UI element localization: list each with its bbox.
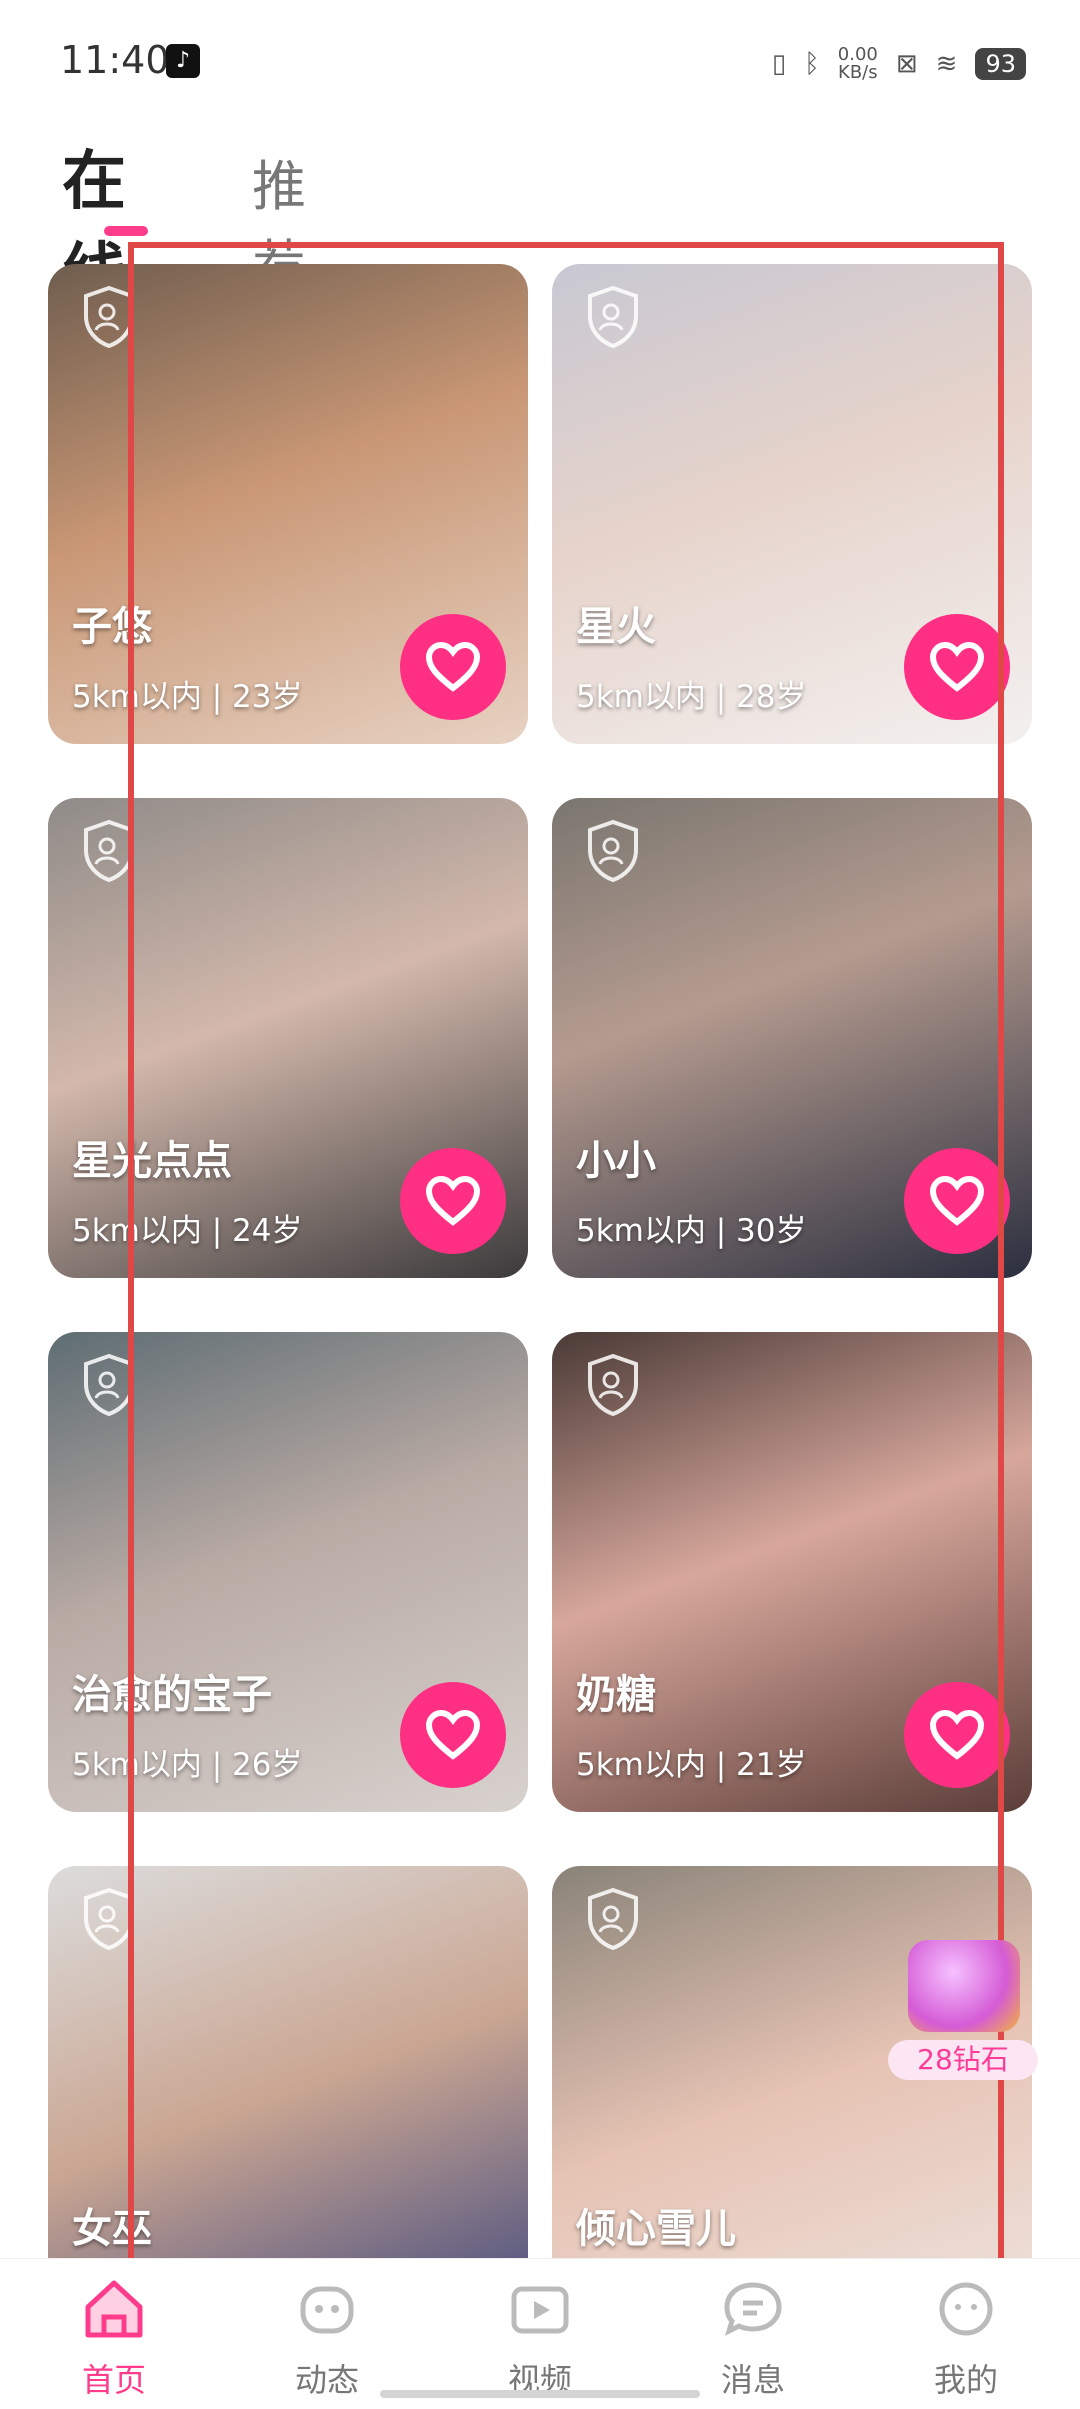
status-bar: 11:40 ♪ ▯ ᛒ 0.00 KB/s ⊠ ≋ 93 — [0, 0, 1080, 120]
nav-moments[interactable]: 动态 — [257, 2259, 397, 2409]
profile-name: 星火 — [576, 604, 656, 650]
profile-meta: 5km以内 | 28岁 — [576, 679, 807, 715]
active-tab-indicator — [104, 226, 148, 236]
gift-label: 28钻石 — [888, 2040, 1038, 2080]
nav-messages[interactable]: 消息 — [683, 2259, 823, 2409]
verified-shield-icon — [84, 1888, 134, 1950]
home-indicator — [380, 2390, 700, 2398]
profile-meta: 5km以内 | 24岁 — [72, 1213, 303, 1249]
like-button[interactable] — [400, 1682, 506, 1788]
message-icon — [724, 2282, 782, 2336]
home-icon — [85, 2280, 143, 2338]
verified-shield-icon — [588, 820, 638, 882]
like-button[interactable] — [904, 614, 1010, 720]
net-speed: 0.00 KB/s — [837, 44, 878, 83]
profile-name: 女巫 — [72, 2206, 152, 2252]
profile-card[interactable]: 治愈的宝子 5km以内 | 26岁 — [48, 1332, 528, 1812]
moments-icon — [300, 2286, 354, 2334]
heart-icon — [425, 1176, 481, 1226]
profile-meta: 5km以内 | 26岁 — [72, 1747, 303, 1783]
like-button[interactable] — [400, 1148, 506, 1254]
profile-meta: 5km以内 | 30岁 — [576, 1213, 807, 1249]
profile-card[interactable]: 小小 5km以内 | 30岁 — [552, 798, 1032, 1278]
vibrate-icon: ▯ — [771, 49, 787, 79]
verified-shield-icon — [588, 1888, 638, 1950]
bluetooth-icon: ᛒ — [804, 49, 820, 79]
profile-icon — [939, 2282, 993, 2336]
no-sim-icon: ⊠ — [895, 49, 918, 79]
profile-card[interactable]: 奶糖 5km以内 | 21岁 — [552, 1332, 1032, 1812]
heart-icon — [425, 1710, 481, 1760]
bottom-nav: 首页 动态 视频 消息 我的 — [0, 2258, 1080, 2409]
wifi-icon: ≋ — [935, 49, 958, 79]
profile-name: 倾心雪儿 — [576, 2206, 736, 2252]
profile-card[interactable]: 星光点点 5km以内 | 24岁 — [48, 798, 528, 1278]
heart-icon — [929, 642, 985, 692]
gift-float-button[interactable]: 28钻石 — [888, 1922, 1038, 2082]
video-icon — [511, 2286, 569, 2334]
profile-name: 小小 — [576, 1138, 656, 1184]
profile-name: 星光点点 — [72, 1138, 232, 1184]
tiktok-notification-icon: ♪ — [166, 44, 200, 78]
like-button[interactable] — [400, 614, 506, 720]
verified-shield-icon — [588, 1354, 638, 1416]
verified-shield-icon — [84, 820, 134, 882]
like-button[interactable] — [904, 1148, 1010, 1254]
profile-name: 奶糖 — [576, 1672, 656, 1718]
verified-shield-icon — [588, 286, 638, 348]
verified-shield-icon — [84, 1354, 134, 1416]
nav-home[interactable]: 首页 — [44, 2259, 184, 2409]
profile-name: 子悠 — [72, 604, 152, 650]
status-icons: ▯ ᛒ 0.00 KB/s ⊠ ≋ 93 — [772, 44, 1026, 84]
gift-box-icon — [908, 1940, 1020, 2032]
heart-icon — [929, 1176, 985, 1226]
profile-card[interactable]: 女巫 — [48, 1866, 528, 2264]
profile-name: 治愈的宝子 — [72, 1672, 272, 1718]
verified-shield-icon — [84, 286, 134, 348]
profile-card[interactable]: 星火 5km以内 | 28岁 — [552, 264, 1032, 744]
profile-grid: 子悠 5km以内 | 23岁 星火 5km以内 | 28岁 星光点点 5km以内… — [48, 264, 1032, 2264]
profile-meta: 5km以内 | 21岁 — [576, 1747, 807, 1783]
profile-card[interactable]: 子悠 5km以内 | 23岁 — [48, 264, 528, 744]
status-time: 11:40 — [60, 38, 170, 82]
profile-meta: 5km以内 | 23岁 — [72, 679, 303, 715]
nav-video[interactable]: 视频 — [470, 2259, 610, 2409]
heart-icon — [929, 1710, 985, 1760]
battery-indicator: 93 — [975, 48, 1026, 80]
nav-profile[interactable]: 我的 — [896, 2259, 1036, 2409]
heart-icon — [425, 642, 481, 692]
like-button[interactable] — [904, 1682, 1010, 1788]
